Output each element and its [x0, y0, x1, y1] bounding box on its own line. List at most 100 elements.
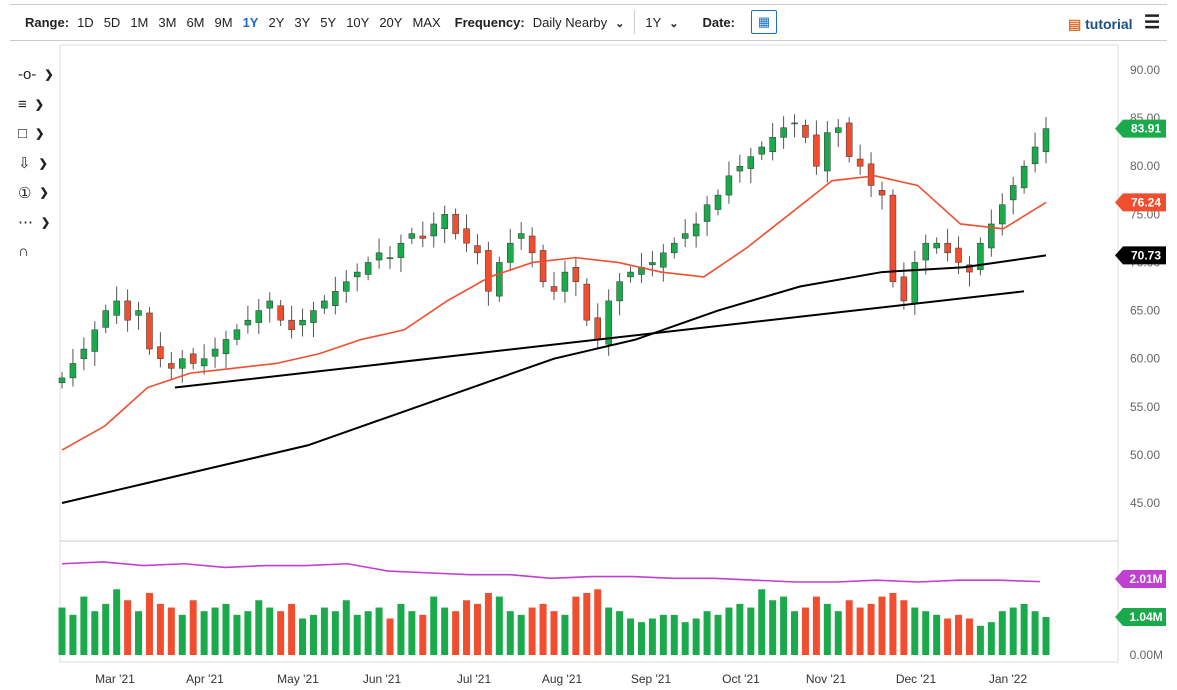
volume-bar [58, 607, 66, 655]
candle [397, 242, 405, 258]
volume-bar [517, 614, 525, 655]
candle [507, 242, 514, 263]
volume-bar [255, 600, 263, 655]
volume-bar [583, 592, 591, 655]
volume-bar [878, 596, 886, 655]
price-chart[interactable]: 90.0085.0080.0075.0070.0065.0060.0055.00… [0, 0, 1177, 690]
volume-bar [911, 607, 919, 655]
volume-bar [1020, 603, 1028, 655]
volume-bar [812, 596, 820, 655]
candle [528, 235, 536, 254]
candle [124, 300, 131, 321]
candle [277, 305, 284, 321]
candle [288, 319, 295, 331]
volume-bar [124, 600, 132, 655]
candle [69, 363, 77, 379]
x-tick-label: Jan '22 [989, 672, 1028, 686]
last-volume-label: 1.04M [1129, 610, 1162, 624]
volume-bar [178, 614, 186, 655]
candle [168, 363, 175, 369]
volume-bar [145, 592, 153, 655]
volume-bar [561, 614, 569, 655]
candle [725, 175, 733, 196]
candle [758, 146, 765, 155]
volume-bar [375, 607, 383, 655]
last-price-label: 83.91 [1131, 122, 1161, 136]
candle [1031, 146, 1039, 165]
volume-bar [233, 614, 241, 655]
candle [375, 252, 383, 261]
x-tick-label: Mar '21 [95, 672, 135, 686]
volume-bar [845, 600, 853, 655]
volume-bar [758, 589, 766, 655]
candle [474, 245, 481, 254]
candle [878, 190, 886, 196]
volume-bar [594, 589, 602, 655]
y-tick-label: 90.00 [1130, 63, 1160, 77]
volume-tick-label: 0.00M [1130, 648, 1163, 662]
candle [157, 346, 164, 359]
candle [769, 137, 776, 153]
candle [517, 233, 525, 239]
x-tick-label: Oct '21 [722, 672, 760, 686]
volume-bar [1031, 611, 1039, 655]
volume-bar [80, 596, 88, 655]
volume-bar [889, 592, 897, 655]
volume-bar [616, 611, 624, 655]
volume-bar [998, 611, 1006, 655]
volume-bar [976, 625, 984, 655]
volume-bar [791, 611, 799, 655]
volume-bar [430, 596, 438, 655]
volume-bar [605, 607, 613, 655]
candle [222, 339, 230, 355]
volume-bar [167, 607, 175, 655]
candle [572, 267, 580, 282]
volume-bar [156, 603, 164, 655]
volume-bar [703, 611, 711, 655]
candle [583, 283, 591, 321]
volume-bar [965, 618, 973, 655]
volume-bar [823, 603, 831, 655]
x-tick-label: May '21 [277, 672, 319, 686]
candle [736, 165, 744, 172]
candle [113, 300, 120, 316]
candle [255, 310, 263, 323]
volume-bar [299, 618, 307, 655]
x-tick-label: Aug '21 [542, 672, 583, 686]
candle [485, 250, 492, 292]
candle [911, 262, 919, 304]
volume-bar [648, 618, 656, 655]
candle [922, 242, 929, 261]
volume-bar [987, 622, 995, 655]
candle [824, 132, 831, 172]
volume-bar [867, 603, 875, 655]
volume-bar [780, 596, 788, 655]
volume-bar [955, 614, 963, 655]
volume-bar [342, 600, 350, 655]
volume-bar [539, 603, 547, 655]
candle [616, 281, 623, 302]
y-tick-label: 80.00 [1130, 159, 1160, 173]
candle [179, 358, 186, 369]
candle [671, 242, 678, 254]
candle [332, 291, 339, 306]
candle [780, 127, 787, 138]
candle [386, 257, 394, 259]
candle [452, 214, 459, 234]
y-tick-label: 45.00 [1130, 496, 1160, 510]
volume-bar [495, 596, 503, 655]
candle [845, 122, 853, 157]
volume-bar [69, 614, 77, 655]
volume-bar [922, 611, 930, 655]
x-tick-label: Dec '21 [896, 672, 937, 686]
volume-bar [473, 603, 481, 655]
volume-bar [747, 607, 755, 655]
candle [1009, 185, 1017, 201]
volume-bar [528, 607, 536, 655]
plot-frame [59, 44, 1119, 663]
x-tick-label: Nov '21 [806, 672, 847, 686]
candle [58, 377, 66, 383]
volume-bar [102, 603, 110, 655]
volume-bar [692, 618, 700, 655]
candle [889, 194, 897, 282]
